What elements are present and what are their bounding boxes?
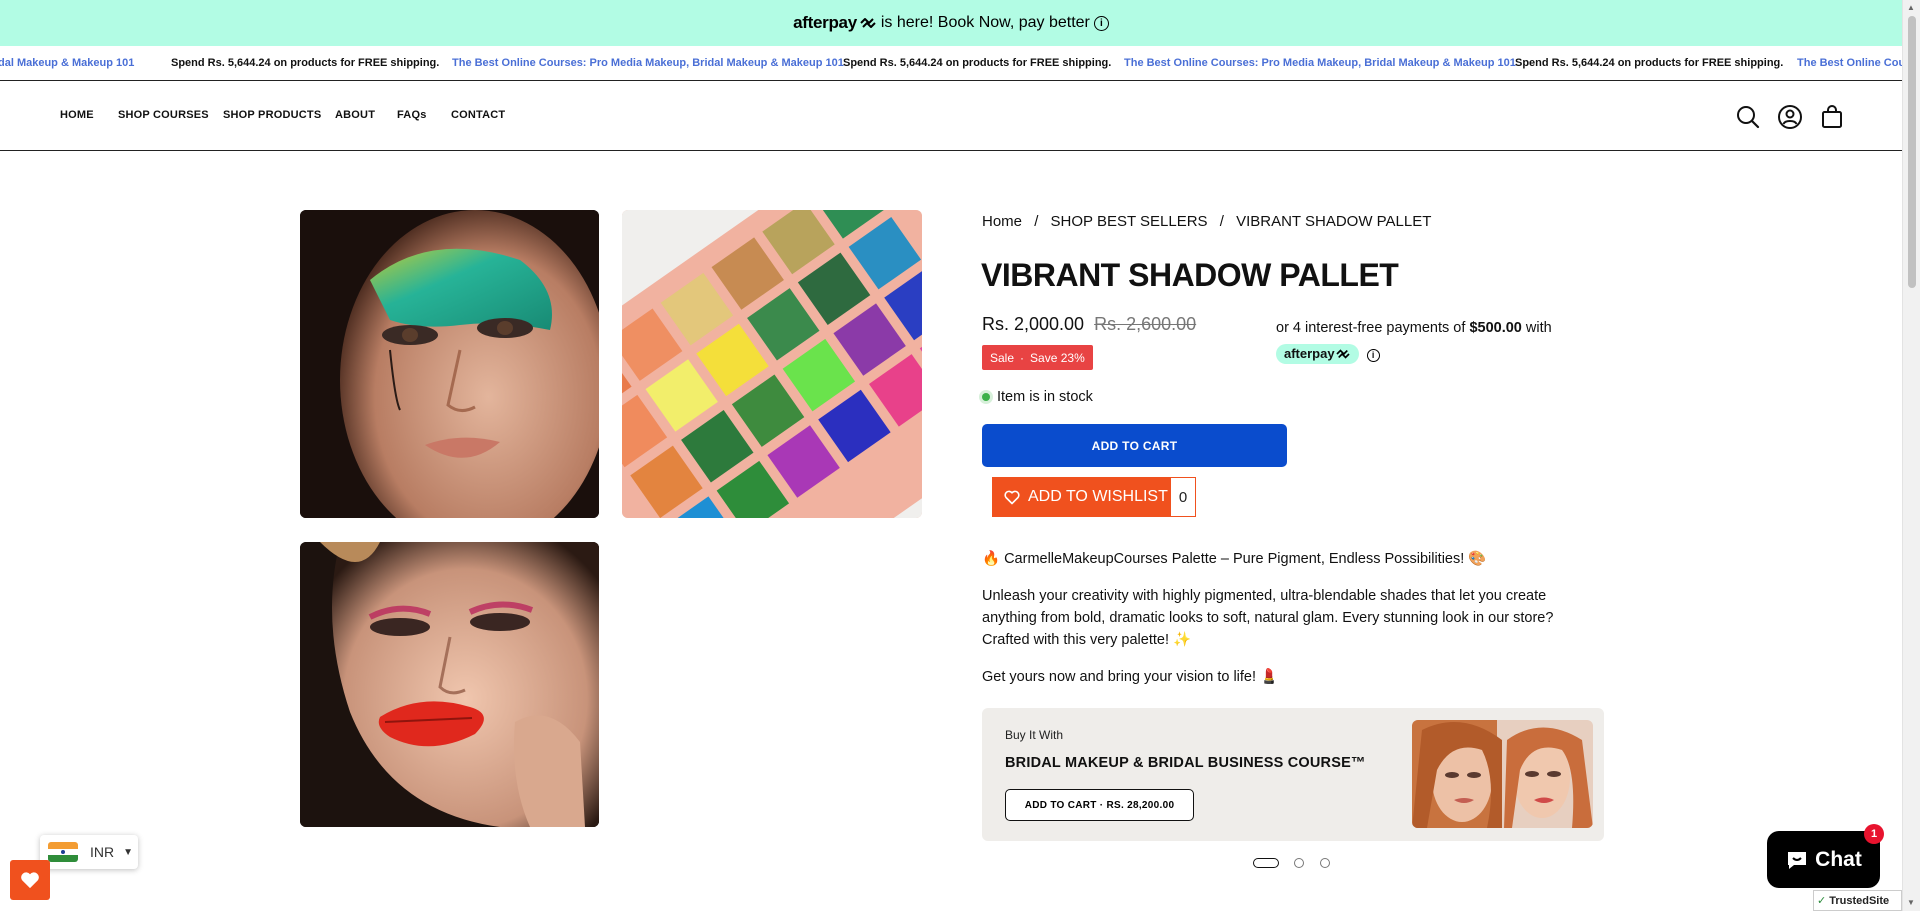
chat-bubble-icon [1788, 851, 1807, 869]
scroll-down-arrow-icon[interactable]: ▼ [1907, 898, 1915, 907]
nav-shop-courses[interactable]: SHOP COURSES [118, 109, 209, 121]
nav-contact[interactable]: CONTACT [451, 109, 505, 121]
trustedsite-label: TrustedSite [1829, 894, 1890, 907]
description-headline: 🔥 CarmelleMakeupCourses Palette – Pure P… [982, 551, 1487, 567]
check-icon: ✓ [1817, 895, 1827, 907]
afterpay-suffix: with [1525, 320, 1552, 336]
info-icon[interactable]: i [1366, 348, 1380, 362]
cart-bag-icon[interactable] [1819, 104, 1845, 130]
afterpay-wordmark: afterpay [793, 13, 857, 32]
add-to-cart-button[interactable]: ADD TO CART [982, 424, 1287, 467]
india-flag-icon [48, 842, 78, 862]
product-image-green-eye-look[interactable] [300, 210, 599, 518]
pager-dot[interactable] [1294, 858, 1304, 868]
main-nav: HOME SHOP COURSES SHOP PRODUCTS ABOUT FA… [0, 82, 1902, 151]
floating-wishlist-button[interactable] [10, 860, 50, 900]
badge-separator: · [1020, 350, 1025, 365]
ticker-item[interactable]: dal Makeup & Makeup 101 [0, 57, 134, 69]
ticker-item[interactable]: The Best Online Courses: Pro Media Makeu… [452, 57, 844, 69]
afterpay-logo: afterpay [793, 13, 877, 33]
afterpay-prefix: or 4 interest-free payments of [1276, 320, 1466, 336]
chat-label: Chat [1815, 847, 1862, 871]
afterpay-arrows-icon [1335, 349, 1350, 359]
breadcrumb-separator: / [1034, 213, 1039, 230]
breadcrumb: Home / SHOP BEST SELLERS / VIBRANT SHADO… [982, 213, 1431, 230]
account-icon[interactable] [1777, 104, 1803, 130]
ticker-item[interactable]: The Best Online Course [1797, 57, 1902, 69]
nav-home[interactable]: HOME [60, 109, 94, 121]
model-face-green-shadow-image [300, 210, 599, 518]
info-icon[interactable]: i [1093, 15, 1109, 31]
heart-icon [21, 872, 39, 889]
sale-badge: Sale · Save 23% [982, 345, 1093, 370]
bundle-label: Buy It With [1005, 728, 1064, 742]
scroll-thumb[interactable] [1908, 16, 1916, 288]
afterpay-arrows-icon [860, 18, 876, 28]
chat-unread-badge: 1 [1864, 824, 1884, 844]
in-stock-dot-icon [982, 393, 990, 401]
sale-label: Sale [990, 350, 1015, 365]
product-image-palette[interactable] [622, 210, 922, 518]
wishlist-widget: ADD TO WISHLIST 0 [992, 477, 1196, 517]
ticker-item: Spend Rs. 5,644.24 on products for FREE … [1515, 57, 1784, 69]
compare-price: Rs. 2,600.00 [1094, 314, 1197, 334]
description-body: Unleash your creativity with highly pigm… [982, 588, 1554, 648]
two-models-bridal-image [1412, 720, 1593, 828]
afterpay-pill-logo[interactable]: afterpay [1276, 344, 1359, 365]
currency-selector[interactable]: INR ▼ [40, 835, 138, 869]
add-to-wishlist-button[interactable]: ADD TO WISHLIST [992, 477, 1170, 517]
sale-price: Rs. 2,000.00 [982, 314, 1085, 334]
ticker-item: Spend Rs. 5,644.24 on products for FREE … [843, 57, 1112, 69]
stock-status: Item is in stock [982, 389, 1093, 405]
scroll-up-arrow-icon[interactable]: ▲ [1907, 3, 1915, 12]
eyeshadow-palette-image [622, 210, 922, 518]
announcement-bar[interactable]: afterpay is here! Book Now, pay better i [0, 0, 1902, 46]
breadcrumb-current: VIBRANT SHADOW PALLET [1236, 213, 1432, 230]
afterpay-amount: $500.00 [1469, 320, 1522, 336]
breadcrumb-category[interactable]: SHOP BEST SELLERS [1051, 213, 1208, 230]
announcement-text: is here! Book Now, pay better [880, 14, 1090, 31]
nav-shop-products[interactable]: SHOP PRODUCTS [223, 109, 321, 121]
heart-icon [1004, 490, 1020, 504]
wishlist-count: 0 [1170, 477, 1196, 517]
trustedsite-badge[interactable]: ✓ TrustedSite [1813, 890, 1902, 911]
nav-about[interactable]: ABOUT [335, 109, 375, 121]
caret-down-icon: ▼ [123, 846, 134, 858]
ticker-item: Spend Rs. 5,644.24 on products for FREE … [171, 57, 440, 69]
product-image-red-lip-look[interactable] [300, 542, 599, 827]
promo-ticker: dal Makeup & Makeup 101 Spend Rs. 5,644.… [0, 46, 1902, 81]
currency-code: INR [90, 844, 115, 860]
bundle-product-image[interactable] [1412, 720, 1593, 828]
nav-faqs[interactable]: FAQs [397, 109, 427, 121]
save-label: Save 23% [1030, 350, 1085, 365]
page-scrollbar[interactable]: ▲ ▼ [1902, 0, 1920, 911]
model-face-red-lips-image [300, 542, 599, 827]
price-block: Rs. 2,000.00 Rs. 2,600.00 [982, 314, 1196, 335]
breadcrumb-separator: / [1219, 213, 1224, 230]
breadcrumb-home[interactable]: Home [982, 213, 1022, 230]
wishlist-label: ADD TO WISHLIST [1028, 488, 1168, 505]
pager-dot-active[interactable] [1253, 858, 1279, 868]
stock-text: Item is in stock [997, 389, 1093, 405]
product-title: VIBRANT SHADOW PALLET [981, 257, 1399, 293]
shopify-chat-button[interactable]: Chat [1767, 831, 1880, 888]
bundle-title[interactable]: BRIDAL MAKEUP & BRIDAL BUSINESS COURSE™ [1005, 755, 1366, 771]
bundle-add-to-cart-button[interactable]: ADD TO CART · RS. 28,200.00 [1005, 789, 1194, 821]
afterpay-installments: or 4 interest-free payments of $500.00 w… [1276, 315, 1576, 367]
ticker-item[interactable]: The Best Online Courses: Pro Media Makeu… [1124, 57, 1516, 69]
search-icon[interactable] [1735, 104, 1761, 130]
afterpay-pill-text: afterpay [1284, 346, 1335, 362]
description-cta: Get yours now and bring your vision to l… [982, 669, 1279, 685]
buy-it-with-card: Buy It With BRIDAL MAKEUP & BRIDAL BUSIN… [982, 708, 1604, 841]
pager-dot[interactable] [1320, 858, 1330, 868]
